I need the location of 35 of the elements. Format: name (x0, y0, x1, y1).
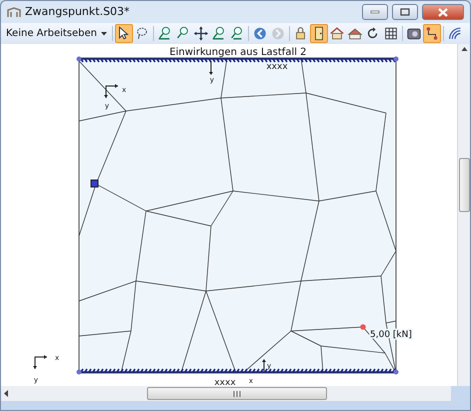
maximize-icon (400, 8, 410, 16)
grid-icon (383, 25, 400, 42)
tool-button[interactable] (423, 24, 442, 43)
section-label: xxxx (214, 378, 236, 386)
load-point (360, 324, 366, 330)
forward-icon (270, 25, 286, 42)
close-icon (438, 8, 448, 16)
minimize-button[interactable] (362, 4, 388, 20)
vertical-scrollbar[interactable] (457, 44, 470, 386)
window-title: Zwangspunkt.S03* (25, 4, 131, 20)
axis-icon (262, 359, 266, 372)
minimize-icon (370, 10, 380, 14)
tool-button[interactable] (115, 24, 134, 43)
section-label: xxxx (266, 62, 288, 72)
house-icon (329, 25, 346, 42)
move-icon (193, 25, 210, 42)
axis-icon (104, 84, 118, 98)
scroll-thumb[interactable] (458, 158, 470, 212)
diagram-title: Einwirkungen aus Lastfall 2 (169, 47, 307, 58)
tool-button[interactable] (192, 24, 210, 43)
maximize-button[interactable] (392, 4, 418, 20)
tool-button[interactable] (310, 24, 328, 43)
axis-icon (209, 60, 213, 75)
grip-icon (233, 390, 241, 396)
app-icon (7, 6, 21, 18)
node-link-icon (424, 25, 440, 42)
scroll-thumb[interactable] (147, 387, 327, 400)
close-button[interactable] (422, 4, 464, 20)
axis-icon (33, 355, 48, 370)
arcs-icon (447, 25, 464, 42)
back-icon (252, 25, 268, 42)
node-marker (90, 180, 98, 188)
layer-dropdown[interactable]: Keine Arbeitseben (3, 26, 110, 41)
caret-icon (101, 32, 108, 36)
horizontal-scrollbar[interactable] (1, 386, 451, 401)
